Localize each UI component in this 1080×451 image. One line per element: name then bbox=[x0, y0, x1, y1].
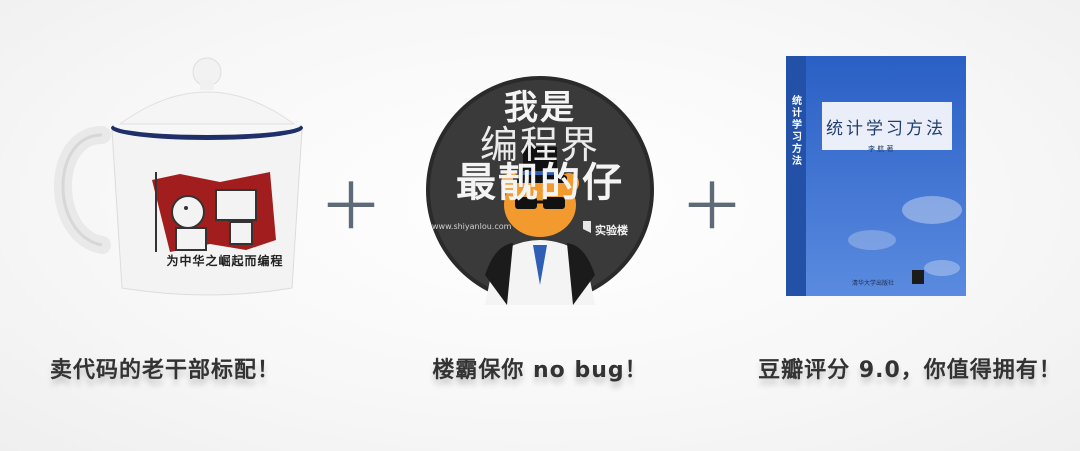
mug-caption: 卖代码的老干部标配！ bbox=[49, 358, 280, 383]
book-publisher: 清华大学出版社 bbox=[852, 280, 895, 287]
badge-caption: 楼霸保你 no bug！ bbox=[432, 358, 648, 383]
book-spine-title: 统计学习方法 bbox=[792, 96, 802, 167]
book-author: 李 航 著 bbox=[868, 145, 894, 153]
brand-logo-icon bbox=[583, 221, 591, 233]
mug-product: 为中华之崛起而编程 卖代码的老干部标配！ bbox=[0, 0, 330, 451]
badge-brand: 实验楼 bbox=[595, 224, 628, 237]
badge-url: www.shiyanlou.com bbox=[432, 222, 512, 231]
badge-product: 我是 编程界 最靓的仔 www.shiyanlou.com 实验楼 楼霸保你 n… bbox=[390, 0, 690, 451]
book-title: 统计学习方法 bbox=[826, 119, 946, 139]
book-product: 统计学习方法 统计学习方法 李 航 著 清华大学出版社 豆瓣评分 9.0，你值得… bbox=[740, 0, 1080, 451]
mug-slogan: 为中华之崛起而编程 bbox=[166, 254, 284, 268]
enamel-mug-illustration bbox=[54, 57, 303, 296]
badge-line-3: 最靓的仔 bbox=[456, 160, 624, 206]
plus-separator-icon: ＋ bbox=[680, 171, 744, 245]
book-caption: 豆瓣评分 9.0，你值得拥有！ bbox=[758, 358, 1062, 383]
book-cover-illustration bbox=[786, 56, 966, 296]
plus-separator-icon: ＋ bbox=[319, 171, 383, 245]
